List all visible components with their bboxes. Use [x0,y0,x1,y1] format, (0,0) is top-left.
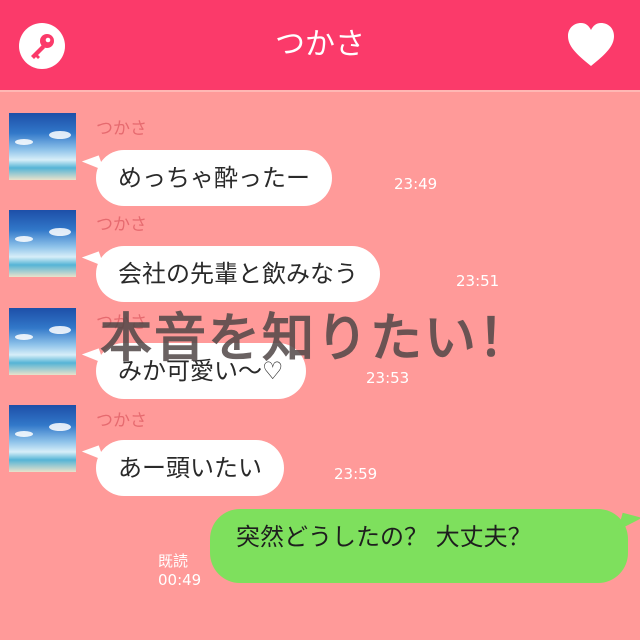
read-receipt: 既読 00:49 [158,552,201,590]
avatar-cloud [15,431,33,437]
avatar[interactable] [9,308,76,375]
reply-bubble[interactable]: 突然どうしたの？ 大丈夫？ [210,509,628,583]
message-time: 23:59 [334,465,378,483]
heart-icon[interactable] [566,22,616,68]
avatar-cloud [49,228,71,236]
message-bubble[interactable]: あー頭いたい [96,440,284,496]
message-bubble[interactable]: めっちゃ酔ったー [96,150,332,206]
message-bubble[interactable]: 会社の先輩と飲みなう [96,246,380,302]
message-time: 23:51 [456,272,500,290]
avatar-cloud [49,131,71,139]
chat-title: つかさ [275,27,365,62]
reply-time: 00:49 [158,571,202,589]
message-time: 23:53 [366,369,410,387]
avatar-cloud [49,423,71,431]
overlay-caption: 本音を知りたい！ [100,309,533,369]
message-time: 23:49 [394,175,438,193]
sender-name: つかさ [96,215,147,235]
avatar[interactable] [9,405,76,472]
avatar[interactable] [9,210,76,277]
avatar-cloud [15,334,33,340]
avatar-cloud [15,236,33,242]
sender-name: つかさ [96,119,147,139]
sender-name: つかさ [96,411,147,431]
header-divider [0,90,640,92]
avatar-cloud [15,139,33,145]
avatar-cloud [49,326,71,334]
chat-header: つかさ [0,0,640,90]
read-label: 既読 [158,552,189,570]
avatar[interactable] [9,113,76,180]
